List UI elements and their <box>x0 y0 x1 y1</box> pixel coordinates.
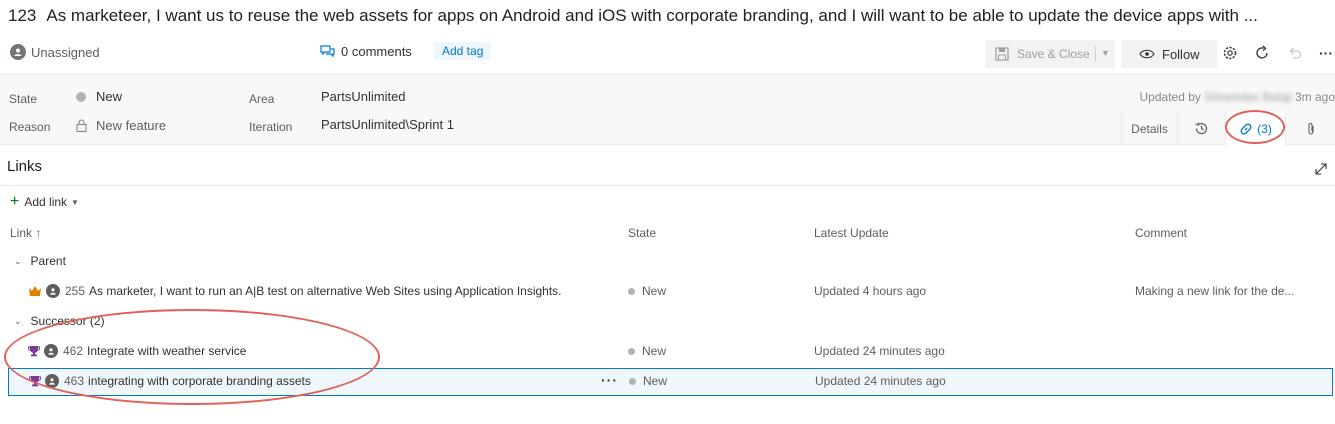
link-latest-update: Updated 24 minutes ago <box>814 344 945 358</box>
eye-icon <box>1139 49 1155 59</box>
trophy-icon <box>28 345 40 357</box>
save-icon <box>995 47 1009 61</box>
link-row-selected[interactable]: 463 integrating with corporate branding … <box>8 368 1333 396</box>
area-label: Area <box>249 92 275 106</box>
work-item-toolbar: Unassigned 0 comments Add tag Save & Clo… <box>0 38 1335 68</box>
tab-details[interactable]: Details <box>1121 112 1177 145</box>
add-link-button[interactable]: + Add link ▼ <box>10 193 79 210</box>
chevron-down-icon: ▼ <box>71 197 79 207</box>
updated-by-time: 3m ago <box>1294 90 1335 104</box>
follow-button[interactable]: Follow <box>1121 40 1217 68</box>
unassigned-avatar-icon <box>10 44 26 60</box>
work-item-id: 123 <box>8 6 37 25</box>
tab-history[interactable] <box>1177 112 1225 145</box>
work-item-header-fields: State New Reason New feature Area PartsU… <box>0 74 1335 145</box>
column-header-latest-update[interactable]: Latest Update <box>814 226 889 240</box>
assignee-label: Unassigned <box>31 44 100 60</box>
reason-label: Reason <box>9 120 51 134</box>
chevron-down-icon: ⌄ <box>14 255 22 266</box>
plus-icon: + <box>10 193 20 210</box>
group-name: Parent <box>30 254 66 268</box>
link-latest-update: Updated 24 minutes ago <box>815 374 946 388</box>
undo-icon[interactable] <box>1286 44 1304 62</box>
column-header-state[interactable]: State <box>628 226 656 240</box>
more-actions-icon[interactable]: ··· <box>1317 44 1335 62</box>
links-count: (3) <box>1257 121 1272 136</box>
work-item-title-row[interactable]: 123 As marketeer, I want us to reuse the … <box>8 4 1333 28</box>
state-value: New <box>96 89 123 104</box>
link-row[interactable]: 255 As marketer, I want to run an A|B te… <box>8 278 1333 306</box>
trophy-icon <box>29 375 41 387</box>
link-state: New <box>628 344 666 358</box>
link-title[interactable]: As marketer, I want to run an A|B test o… <box>89 284 561 298</box>
link-comment: Making a new link for the de... <box>1135 284 1295 298</box>
area-field[interactable]: PartsUnlimited <box>321 89 406 104</box>
reason-field[interactable]: New feature <box>76 118 166 133</box>
avatar-icon <box>44 344 58 358</box>
paperclip-icon <box>1307 122 1314 135</box>
state-label: State <box>9 92 38 106</box>
comments-link[interactable]: 0 comments <box>320 44 412 59</box>
gear-icon[interactable] <box>1221 44 1239 62</box>
link-state: New <box>628 284 666 298</box>
updated-by-user[interactable]: Shramdas Balaji <box>1204 90 1291 104</box>
link-id: 462 <box>63 344 84 358</box>
row-more-actions-icon[interactable]: ··· <box>601 372 618 388</box>
links-section-title: Links <box>7 158 43 175</box>
iteration-label: Iteration <box>249 120 293 134</box>
link-title[interactable]: integrating with corporate branding asse… <box>88 374 311 388</box>
add-link-label: Add link <box>24 195 68 209</box>
column-header-link[interactable]: Link ↑ <box>10 226 41 240</box>
work-item-title[interactable]: As marketeer, I want us to reuse the web… <box>46 6 1257 25</box>
assignee-picker[interactable]: Unassigned <box>10 44 100 60</box>
refresh-icon[interactable] <box>1253 44 1271 62</box>
work-item-tabs: Details (3) <box>1121 112 1335 145</box>
link-id: 463 <box>64 374 85 388</box>
comments-count: 0 comments <box>341 44 412 59</box>
avatar-icon <box>45 374 59 388</box>
save-close-button[interactable]: Save & Close ▼ <box>985 40 1115 68</box>
reason-value: New feature <box>96 118 167 133</box>
chevron-down-icon[interactable]: ▼ <box>1101 48 1110 58</box>
iteration-field[interactable]: PartsUnlimited\Sprint 1 <box>321 117 454 132</box>
link-icon <box>1240 123 1252 134</box>
link-id: 255 <box>65 284 86 298</box>
lock-icon <box>76 119 87 132</box>
tab-links[interactable]: (3) <box>1225 112 1285 145</box>
expand-icon[interactable] <box>1314 162 1328 179</box>
save-close-label: Save & Close <box>1017 47 1090 61</box>
group-header-successor[interactable]: ⌄ Successor (2) <box>14 314 105 328</box>
link-state: New <box>629 374 667 388</box>
tab-attachments[interactable] <box>1285 112 1335 145</box>
state-field[interactable]: New <box>76 89 122 104</box>
chevron-down-icon: ⌄ <box>14 315 22 326</box>
updated-by-prefix: Updated by <box>1139 90 1201 104</box>
state-dot-icon <box>76 91 86 102</box>
history-icon <box>1195 122 1208 135</box>
add-tag-button[interactable]: Add tag <box>434 42 492 60</box>
updated-by-info: Updated by Shramdas Balaji 3m ago <box>1140 90 1335 104</box>
avatar-icon <box>46 284 60 298</box>
crown-icon <box>28 285 42 297</box>
group-header-parent[interactable]: ⌄ Parent <box>14 254 66 268</box>
link-latest-update: Updated 4 hours ago <box>814 284 927 298</box>
group-name: Successor (2) <box>30 314 105 328</box>
comments-icon <box>320 44 335 57</box>
link-title[interactable]: Integrate with weather service <box>87 344 246 358</box>
link-row[interactable]: 462 Integrate with weather service New U… <box>8 338 1333 366</box>
column-header-comment[interactable]: Comment <box>1135 226 1187 240</box>
follow-label: Follow <box>1162 46 1200 62</box>
